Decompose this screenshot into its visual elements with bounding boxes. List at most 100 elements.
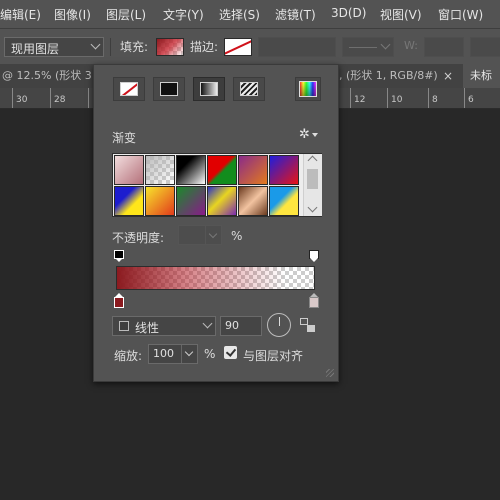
color-picker-button[interactable]	[295, 77, 321, 101]
tab-document-left[interactable]: @ 12.5% (形状 3	[0, 64, 95, 88]
ruler-label: 6	[468, 95, 474, 105]
chevron-down-icon	[312, 133, 318, 137]
align-with-layer-label: 与图层对齐	[243, 349, 304, 363]
gradient-preview-bar[interactable]	[116, 266, 315, 290]
tab-untitled[interactable]: 未标	[463, 64, 500, 88]
divider	[110, 38, 111, 56]
gradient-swatch[interactable]	[207, 155, 237, 185]
ruler-label: 8	[432, 95, 438, 105]
layer-mode-value: 现用图层	[11, 42, 60, 56]
stroke-line-icon	[349, 47, 377, 48]
fill-label: 填充:	[120, 40, 149, 54]
fill-type-popup: 渐变 ✲ 不透明度: % 线性 90 缩放: 100 % 与图层对齐	[93, 64, 339, 382]
no-fill-button[interactable]	[113, 77, 145, 101]
scale-label: 缩放:	[114, 349, 143, 363]
scroll-up-icon[interactable]	[307, 155, 318, 166]
solid-fill-button[interactable]	[153, 77, 185, 101]
color-stop-left[interactable]	[113, 293, 124, 309]
stroke-width-field[interactable]	[258, 37, 336, 57]
menu-layer[interactable]: 图层(L)	[106, 6, 146, 23]
no-fill-icon	[120, 82, 138, 96]
solid-color-icon	[160, 82, 178, 96]
menu-edit[interactable]: 编辑(E)	[0, 6, 41, 23]
gradient-swatch[interactable]	[176, 186, 206, 216]
gradient-swatch[interactable]	[145, 186, 175, 216]
angle-needle	[279, 317, 280, 326]
swatch-scrollbar[interactable]	[303, 154, 322, 216]
fill-swatch[interactable]	[156, 38, 184, 56]
ruler-tick	[464, 88, 465, 108]
ruler-tick	[88, 88, 89, 108]
gradient-swatch[interactable]	[145, 155, 175, 185]
no-stroke-slash-icon	[225, 39, 251, 55]
menu-3d[interactable]: 3D(D)	[331, 6, 366, 20]
gradient-swatch[interactable]	[238, 155, 268, 185]
ruler-label: 12	[354, 95, 366, 105]
angle-input[interactable]: 90	[220, 316, 262, 336]
chevron-down-icon	[202, 318, 213, 329]
menu-image[interactable]: 图像(I)	[54, 6, 91, 23]
linear-gradient-icon	[119, 321, 129, 331]
ruler-tick	[387, 88, 388, 108]
menu-window[interactable]: 窗口(W)	[438, 6, 483, 23]
link-field[interactable]	[470, 37, 500, 57]
gradient-swatch[interactable]	[176, 155, 206, 185]
angle-value: 90	[225, 319, 239, 332]
scale-unit: %	[204, 347, 216, 361]
resize-grip-icon[interactable]	[326, 369, 334, 377]
stroke-label: 描边:	[190, 40, 219, 54]
opacity-input[interactable]	[178, 225, 222, 245]
gradient-swatch[interactable]	[207, 186, 237, 216]
tab-document-shape1[interactable]: , (形状 1, RGB/8#) ×	[337, 64, 463, 88]
chevron-down-icon	[208, 229, 218, 239]
gradient-swatch[interactable]	[114, 155, 144, 185]
menu-filter[interactable]: 滤镜(T)	[275, 6, 316, 23]
opacity-label: 不透明度:	[112, 231, 165, 245]
gradient-type-dropdown[interactable]: 线性	[112, 316, 216, 336]
opacity-stop-right[interactable]	[308, 250, 319, 262]
scale-value: 100	[153, 347, 174, 360]
gradient-swatch[interactable]	[269, 155, 299, 185]
scale-input[interactable]: 100	[148, 344, 198, 364]
stroke-type-dropdown[interactable]	[342, 37, 394, 57]
opacity-unit: %	[231, 229, 243, 243]
gradient-swatch[interactable]	[114, 186, 144, 216]
scroll-down-icon[interactable]	[307, 202, 318, 213]
opacity-stop-left[interactable]	[113, 250, 124, 262]
ruler-label: 10	[391, 95, 403, 105]
pattern-fill-button[interactable]	[233, 77, 265, 101]
color-stop-right[interactable]	[308, 293, 319, 309]
menu-select[interactable]: 选择(S)	[219, 6, 260, 23]
chevron-down-icon	[380, 39, 391, 50]
ruler-label: 30	[16, 95, 28, 105]
tab-label: 未标	[470, 69, 492, 82]
menu-view[interactable]: 视图(V)	[380, 6, 422, 23]
checkmark-icon	[225, 346, 237, 357]
width-field[interactable]	[424, 37, 464, 57]
chevron-down-icon	[90, 39, 101, 50]
gradient-swatch[interactable]	[238, 186, 268, 216]
angle-dial[interactable]	[267, 313, 291, 337]
gradient-fill-button[interactable]	[193, 77, 225, 101]
chevron-down-icon	[184, 347, 194, 357]
gear-icon[interactable]: ✲	[299, 127, 310, 142]
gradient-icon	[200, 82, 218, 96]
tab-label: @ 12.5% (形状 3	[2, 69, 92, 82]
gradient-type-value: 线性	[135, 321, 160, 335]
gradient-swatch[interactable]	[269, 186, 299, 216]
menu-bar: 编辑(E) 图像(I) 图层(L) 文字(Y) 选择(S) 滤镜(T) 3D(D…	[0, 0, 500, 28]
ruler-tick	[350, 88, 351, 108]
stroke-swatch[interactable]	[224, 38, 252, 56]
ruler-tick	[50, 88, 51, 108]
gradient-swatch-grid	[112, 153, 322, 217]
gradient-title: 渐变	[112, 131, 137, 145]
ruler-label: 28	[54, 95, 66, 105]
close-icon[interactable]: ×	[443, 64, 453, 88]
align-with-layer-checkbox[interactable]	[224, 346, 237, 359]
pattern-icon	[240, 82, 258, 96]
scroll-thumb[interactable]	[307, 169, 318, 189]
ruler-tick	[428, 88, 429, 108]
reverse-gradient-icon[interactable]	[300, 318, 315, 332]
layer-mode-dropdown[interactable]: 现用图层	[4, 37, 104, 57]
menu-type[interactable]: 文字(Y)	[163, 6, 204, 23]
